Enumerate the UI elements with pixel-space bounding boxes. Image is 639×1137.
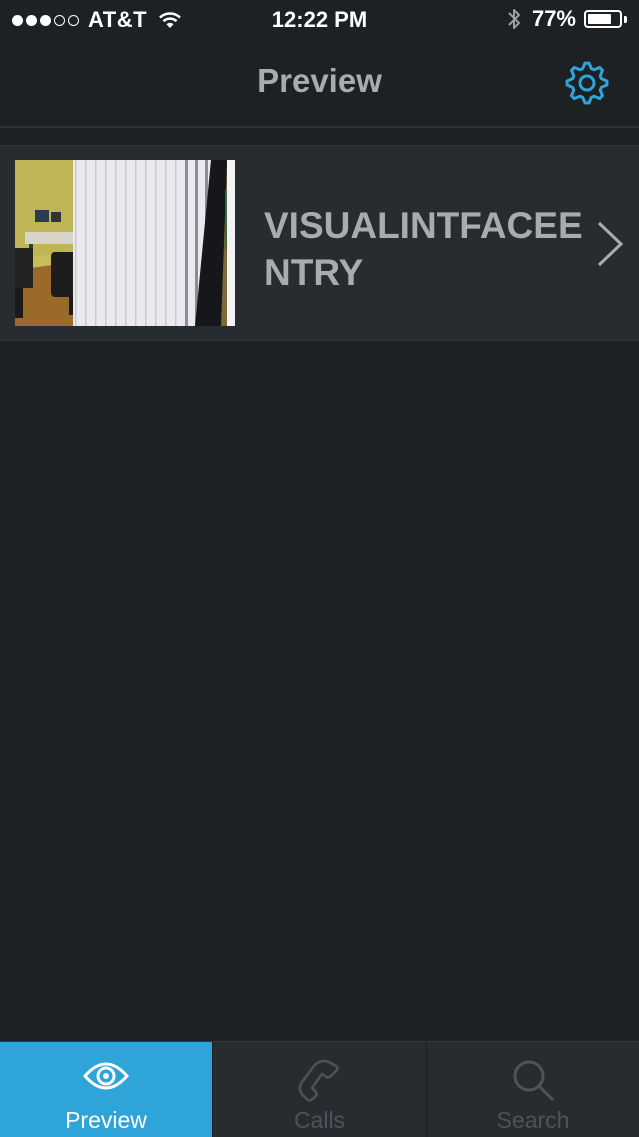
tab-label: Preview bbox=[65, 1107, 147, 1133]
page-title: Preview bbox=[257, 62, 382, 99]
settings-button[interactable] bbox=[562, 58, 612, 108]
bluetooth-icon bbox=[508, 9, 520, 29]
tab-calls[interactable]: Calls bbox=[213, 1042, 426, 1137]
camera-list: VISUALINTFACEENTRY bbox=[0, 145, 639, 341]
tab-search[interactable]: Search bbox=[427, 1042, 639, 1137]
tab-preview[interactable]: Preview bbox=[0, 1042, 212, 1137]
search-icon bbox=[513, 1060, 555, 1102]
status-bar: AT&T 12:22 PM 77% bbox=[0, 0, 639, 40]
tab-label: Search bbox=[496, 1107, 570, 1133]
phone-icon bbox=[298, 1059, 339, 1102]
navigation-bar: Preview bbox=[0, 40, 639, 128]
eye-icon bbox=[83, 1062, 129, 1090]
list-item[interactable]: VISUALINTFACEENTRY bbox=[0, 145, 639, 341]
chevron-right-icon bbox=[597, 221, 624, 267]
camera-name: VISUALINTFACEENTRY bbox=[264, 205, 583, 293]
tab-label: Calls bbox=[293, 1107, 346, 1133]
camera-thumbnail bbox=[15, 160, 235, 326]
gear-icon bbox=[565, 61, 609, 105]
tab-bar: Preview Calls Search bbox=[0, 1041, 639, 1137]
battery-percent: 77% bbox=[531, 6, 576, 31]
battery-icon bbox=[584, 10, 622, 28]
